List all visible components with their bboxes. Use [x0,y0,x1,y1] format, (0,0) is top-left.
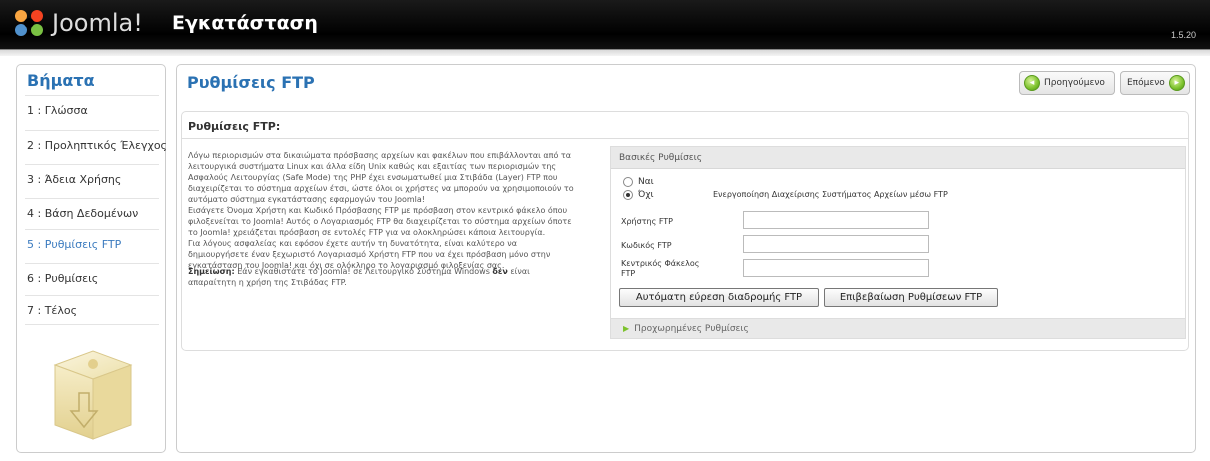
steps-sidebar: Βήματα 1 : Γλώσσα 2 : Προληπτικός Έλεγχο… [16,64,167,453]
description-line: φιλοξενείται το Joomla! Αυτός ο Λογαριασ… [188,217,572,226]
ftp-password-input[interactable] [743,235,929,253]
description-line: το Joomla! χρειάζεται πρόσβαση σε εντολέ… [188,228,546,237]
description-line: αυτόματο σύστημα εγκατάστασης εφαρμογών … [188,195,426,204]
previous-arrow-icon: ◂ [1024,75,1040,91]
joomla-logo-icon [15,10,43,36]
step-finish: 7 : Τέλος [25,295,159,325]
ftp-enable-yes[interactable]: Ναι [623,177,654,187]
step-language: 1 : Γλώσσα [25,95,159,125]
description-line: Εισάγετε Όνομα Χρήστη και Κωδικό Πρόσβασ… [188,206,568,215]
sidebar-title: Βήματα [27,71,95,90]
ftp-root-input[interactable] [743,259,929,277]
step-ftp-settings: 5 : Ρυθμίσεις FTP [25,229,159,259]
description-line: Λόγω περιορισμών στα δικαιώματα πρόσβαση… [188,151,572,160]
description-line: δημιουργήσετε έναν ξεχωριστό Λογαριασμό … [188,250,551,259]
step-precheck: 2 : Προληπτικός Έλεγχος [25,130,167,160]
main-title: Ρυθμίσεις FTP [187,73,315,92]
joomla-logo: Joomla! [12,8,143,38]
description-line: διαχειρίζεται το σύστημα αρχείων έτσι, ώ… [188,184,574,193]
next-button[interactable]: Επόμενο ▸ [1120,71,1190,95]
brand-name: Joomla! [52,9,143,37]
expand-arrow-icon: ▶ [623,324,630,333]
ftp-user-input[interactable] [743,211,929,229]
advanced-settings-toggle[interactable]: ▶ Προχωρημένες Ρυθμίσεις [611,318,1185,338]
enable-ftp-label: Ενεργοποίηση Διαχείρισης Συστήματος Αρχε… [713,190,948,199]
description-line: Ασφαλούς Λειτουργίας (Safe Mode) της PHP… [188,173,558,182]
step-settings: 6 : Ρυθμίσεις [25,263,159,293]
ftp-user-label: Χρήστης FTP [621,217,673,226]
ftp-description: Λόγω περιορισμών στα δικαιώματα πρόσβαση… [188,150,598,271]
ftp-enable-no[interactable]: Όχι [623,190,654,200]
ftp-password-label: Κωδικός FTP [621,241,672,250]
windows-note: Σημείωση: Εάν εγκαθιστάτε το Joomla! σε … [188,266,598,288]
previous-button[interactable]: ◂ Προηγούμενο [1019,71,1115,95]
section-divider [182,138,1188,139]
top-header: Joomla! Εγκατάσταση 1.5.20 [0,0,1210,50]
install-box-icon [53,350,133,440]
note-bold: δεν [492,267,508,276]
radio-yes[interactable] [623,177,633,187]
radio-no[interactable] [623,190,633,200]
step-database: 4 : Βάση Δεδομένων [25,198,159,228]
description-line: λειτουργικά συστήματα Linux και άλλα είδ… [188,162,557,171]
page-title: Εγκατάσταση [172,12,318,34]
previous-label: Προηγούμενο [1044,78,1105,88]
note-text: απαραίτητη η χρήση της Στιβάδας FTP. [188,278,347,287]
basic-settings-panel: Βασικές Ρυθμίσεις Ναι Όχι Ενεργοποίηση Δ… [610,146,1186,339]
section-title: Ρυθμίσεις FTP: [188,120,281,133]
step-license: 3 : Άδεια Χρήσης [25,164,159,194]
next-label: Επόμενο [1127,78,1165,88]
note-text: Εάν εγκαθιστάτε το Joomla! σε Λειτουργικ… [234,267,493,276]
version-label: 1.5.20 [1170,30,1196,40]
radio-no-label: Όχι [638,190,654,200]
note-label: Σημείωση: [188,267,235,276]
basic-settings-title: Βασικές Ρυθμίσεις [611,147,1185,169]
radio-yes-label: Ναι [638,177,654,187]
ftp-root-label: Κεντρικός Φάκελος FTP [621,259,700,278]
advanced-settings-title: Προχωρημένες Ρυθμίσεις [634,324,749,334]
verify-ftp-settings-button[interactable]: Επιβεβαίωση Ρυθμίσεων FTP [824,288,998,307]
auto-find-ftp-path-button[interactable]: Αυτόματη εύρεση διαδρομής FTP [619,288,819,307]
header-divider [0,50,1210,56]
ftp-settings-box: Ρυθμίσεις FTP: Λόγω περιορισμών στα δικα… [181,111,1189,351]
main-panel: Ρυθμίσεις FTP ◂ Προηγούμενο Επόμενο ▸ Ρυ… [176,64,1196,453]
next-arrow-icon: ▸ [1168,75,1185,91]
note-text: είναι [507,267,530,276]
description-line: Για λόγους ασφαλείας και εφόσον έχετε αυ… [188,239,517,248]
